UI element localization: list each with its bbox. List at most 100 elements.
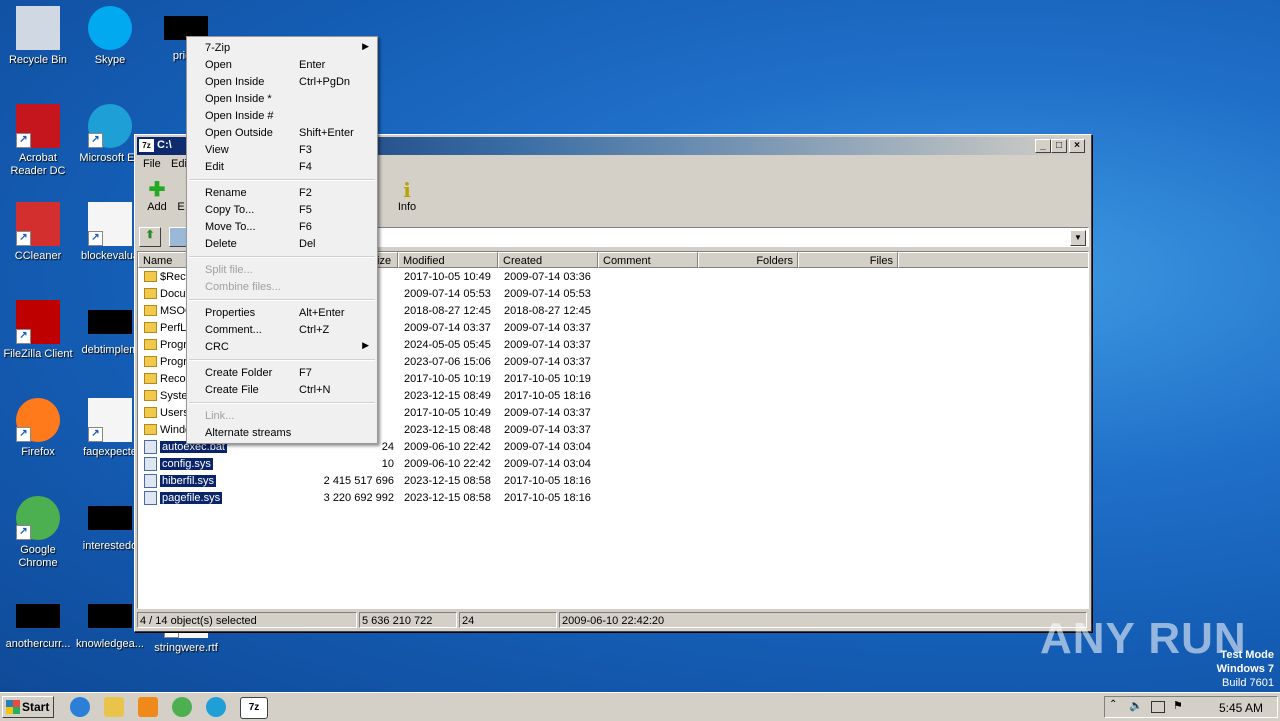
menu-item-crc[interactable]: CRC ▶ (189, 338, 375, 355)
file-modified: 2009-07-14 05:53 (404, 288, 491, 300)
column-created[interactable]: Created (498, 252, 598, 268)
column-folders[interactable]: Folders (698, 252, 798, 268)
menu-item-open[interactable]: Open Enter (189, 56, 375, 73)
table-row[interactable]: config.sys 10 2009-06-10 22:42 2009-07-14 0… (138, 456, 1088, 473)
menu-separator (189, 299, 375, 301)
menu-item-open-inside[interactable]: Open Inside # (189, 107, 375, 124)
menu-item-label: Copy To... (205, 204, 255, 216)
folder-icon (144, 373, 157, 384)
folder-icon (144, 288, 157, 299)
up-folder-button[interactable]: ⬆ (139, 227, 161, 247)
file-icon (144, 474, 157, 488)
menu-separator (189, 402, 375, 404)
media-player-icon[interactable] (138, 697, 158, 717)
desktop-icon[interactable]: Skype (72, 6, 148, 67)
menu-item-label: Edit (205, 161, 224, 173)
menu-item-open-inside[interactable]: Open Inside * (189, 90, 375, 107)
info-icon: i (403, 178, 411, 202)
menu-item-shortcut: Del (299, 238, 316, 250)
file-size: 2 415 517 696 (323, 475, 394, 487)
menu-item-comment[interactable]: Comment... Ctrl+Z (189, 321, 375, 338)
menu-item-label: Link... (205, 410, 235, 422)
menu-item-label: Create Folder (205, 367, 273, 379)
file-name: Progr (160, 339, 187, 351)
menu-item-alternate-streams[interactable]: Alternate streams (189, 424, 375, 441)
folder-icon (144, 390, 157, 401)
chrome-icon[interactable] (172, 697, 192, 717)
desktop-icon[interactable]: ↗ FileZilla Client (0, 300, 76, 361)
explorer-icon[interactable] (104, 697, 124, 717)
menu-item-link: Link... (189, 407, 375, 424)
desktop-icon[interactable]: ↗ Acrobat Reader DC (0, 104, 76, 178)
file-created: 2009-07-14 03:37 (504, 407, 591, 419)
file-size: 10 (381, 458, 394, 470)
file-name: Progr (160, 356, 187, 368)
desktop-icon[interactable]: ↗ Google Chrome (0, 496, 76, 570)
menu-separator (189, 359, 375, 361)
column-files[interactable]: Files (798, 252, 898, 268)
menu-item-open-outside[interactable]: Open Outside Shift+Enter (189, 124, 375, 141)
menu-item-label: Combine files... (205, 281, 281, 293)
file-modified: 2024-05-05 05:45 (404, 339, 491, 351)
address-input[interactable]: ▼ (377, 227, 1089, 247)
menu-item-create-folder[interactable]: Create Folder F7 (189, 364, 375, 381)
menu-item-copy-to[interactable]: Copy To... F5 (189, 201, 375, 218)
menu-item-split-file: Split file... (189, 261, 375, 278)
close-button[interactable]: × (1069, 139, 1085, 153)
status-bar: 4 / 14 object(s) selected 5 636 210 722 … (137, 611, 1089, 629)
menu-item-label: Delete (205, 238, 237, 250)
menu-item-label: Split file... (205, 264, 253, 276)
ie-icon[interactable] (70, 697, 90, 717)
desktop-icon-label: Recycle Bin (8, 54, 68, 66)
menu-item-move-to[interactable]: Move To... F6 (189, 218, 375, 235)
menu-item-open-inside[interactable]: Open Inside Ctrl+PgDn (189, 73, 375, 90)
desktop-icon[interactable]: anothercurr... (0, 594, 76, 651)
file-modified: 2023-12-15 08:58 (404, 492, 491, 504)
submenu-arrow-icon: ▶ (362, 41, 369, 51)
menu-item-edit[interactable]: Edit F4 (189, 158, 375, 175)
speaker-icon[interactable]: 🔈 (1129, 699, 1143, 712)
acrobat-icon: ↗ (16, 104, 60, 148)
clock[interactable]: 5:45 AM (1219, 701, 1263, 715)
desktop-icon[interactable]: Recycle Bin (0, 6, 76, 67)
column-comment[interactable]: Comment (598, 252, 698, 268)
menu-file[interactable]: File (143, 158, 161, 170)
menu-item-properties[interactable]: Properties Alt+Enter (189, 304, 375, 321)
edge-icon[interactable] (206, 697, 226, 717)
folder-icon (144, 356, 157, 367)
table-row[interactable]: pagefile.sys 3 220 692 992 2023-12-15 08:5… (138, 490, 1088, 507)
7zip-icon[interactable]: 7z (240, 697, 268, 719)
menu-item-label: Alternate streams (205, 427, 292, 439)
table-row[interactable]: hiberfil.sys 2 415 517 696 2023-12-15 08:5… (138, 473, 1088, 490)
network-icon[interactable] (1151, 701, 1165, 713)
shortcut-arrow-icon: ↗ (16, 133, 31, 148)
flag-icon[interactable]: ⚑ (1173, 699, 1183, 712)
menu-item-shortcut: Alt+Enter (299, 307, 345, 319)
chevron-down-icon[interactable]: ▼ (1070, 230, 1086, 246)
context-menu[interactable]: 7-Zip ▶ Open Enter Open Inside Ctrl+PgDn Open … (186, 36, 378, 444)
minimize-button[interactable]: _ (1035, 139, 1051, 153)
file-name: pagefile.sys (160, 492, 223, 504)
desktop-icon-label: Acrobat Reader DC (10, 152, 66, 177)
menu-item-view[interactable]: View F3 (189, 141, 375, 158)
chevron-up-icon[interactable]: ⌃ (1109, 699, 1117, 710)
menu-item-rename[interactable]: Rename F2 (189, 184, 375, 201)
file-created: 2009-07-14 03:04 (504, 441, 591, 453)
menu-item-create-file[interactable]: Create File Ctrl+N (189, 381, 375, 398)
word-doc-icon: ↗ (88, 398, 132, 442)
menu-edit[interactable]: Edi (171, 158, 187, 170)
column-modified[interactable]: Modified (398, 252, 498, 268)
menu-item-delete[interactable]: Delete Del (189, 235, 375, 252)
redacted-icon (88, 604, 132, 628)
menu-item-shortcut: F4 (299, 161, 312, 173)
file-created: 2017-10-05 18:16 (504, 390, 591, 402)
menu-item-label: Comment... (205, 324, 262, 336)
file-created: 2018-08-27 12:45 (504, 305, 591, 317)
info-button[interactable]: i Info (387, 179, 427, 213)
desktop-icon[interactable]: ↗ CCleaner (0, 202, 76, 263)
desktop-icon[interactable]: ↗ Firefox (0, 398, 76, 459)
menu-item-7-zip[interactable]: 7-Zip ▶ (189, 39, 375, 56)
start-button[interactable]: Start (2, 696, 54, 718)
file-created: 2017-10-05 18:16 (504, 492, 591, 504)
maximize-button[interactable]: □ (1051, 139, 1067, 153)
